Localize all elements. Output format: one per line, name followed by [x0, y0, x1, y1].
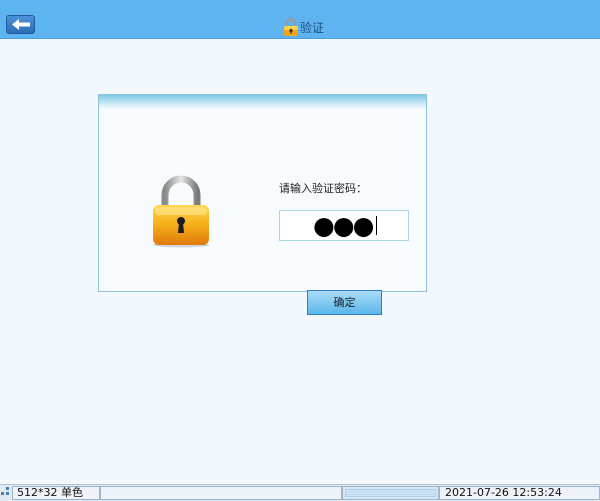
- page-title-wrap: 验证: [283, 17, 324, 37]
- text-caret: [376, 216, 377, 235]
- ok-button[interactable]: 确定: [307, 290, 382, 315]
- progress-bar: [342, 486, 439, 500]
- page-title: 验证: [300, 20, 325, 35]
- back-button[interactable]: [6, 15, 35, 34]
- status-datetime: 2021-07-26 12:53:24: [439, 486, 600, 500]
- status-field: [100, 486, 342, 500]
- panel-header-gradient: [99, 95, 426, 109]
- password-masked-value: ●●●: [313, 211, 374, 240]
- lock-icon: [149, 173, 213, 252]
- lock-icon: [284, 17, 298, 36]
- password-prompt-label: 请输入验证密码：: [279, 182, 367, 195]
- resize-grip-icon: [1, 487, 9, 495]
- title-bar: 验证: [0, 0, 600, 39]
- verify-panel: 请输入验证密码： ●●●: [98, 94, 427, 292]
- back-arrow-icon: [12, 19, 30, 30]
- display-mode: 512*32 单色: [12, 486, 100, 500]
- progress-track: [345, 489, 436, 497]
- status-bar: 512*32 单色 2021-07-26 12:53:24: [0, 484, 600, 501]
- password-input[interactable]: ●●●: [279, 210, 409, 241]
